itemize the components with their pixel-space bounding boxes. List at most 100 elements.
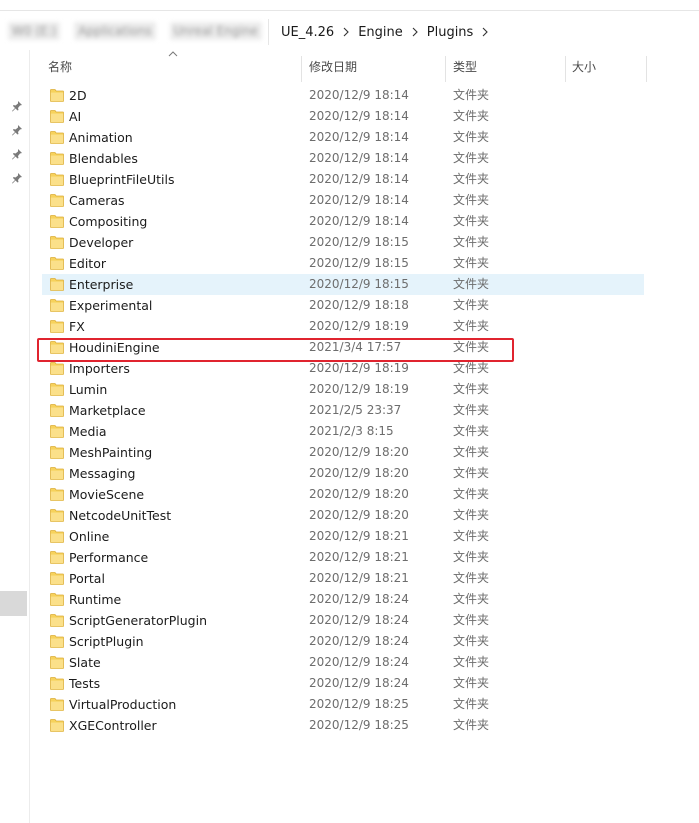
row-type: 文件夹 — [453, 109, 490, 123]
row-name: Experimental — [69, 298, 153, 313]
column-headers: 名称 修改日期 类型 大小 — [42, 51, 699, 82]
row-date: 2020/12/9 18:20 — [309, 445, 409, 459]
table-row[interactable]: VirtualProduction 2020/12/9 18:25 文件夹 — [42, 694, 644, 715]
table-row[interactable]: Blendables 2020/12/9 18:14 文件夹 — [42, 148, 644, 169]
pin-icon[interactable] — [11, 124, 23, 136]
folder-icon — [50, 530, 64, 543]
breadcrumb-engine[interactable]: Engine — [354, 25, 407, 40]
table-row[interactable]: XGEController 2020/12/9 18:25 文件夹 — [42, 715, 644, 736]
row-type: 文件夹 — [453, 340, 490, 354]
table-row[interactable]: Experimental 2020/12/9 18:18 文件夹 — [42, 295, 644, 316]
row-date: 2020/12/9 18:20 — [309, 508, 409, 522]
row-type: 文件夹 — [453, 508, 490, 522]
row-name: Slate — [69, 655, 101, 670]
column-header-date[interactable]: 修改日期 — [302, 56, 446, 82]
pin-icon[interactable] — [11, 172, 23, 184]
row-date: 2020/12/9 18:21 — [309, 529, 409, 543]
row-name: Importers — [69, 361, 130, 376]
navigation-pane[interactable] — [0, 50, 30, 823]
table-row[interactable]: Runtime 2020/12/9 18:24 文件夹 — [42, 589, 644, 610]
row-name: BlueprintFileUtils — [69, 172, 175, 187]
row-name: AI — [69, 109, 82, 124]
folder-icon — [50, 215, 64, 228]
blurred-crumb: Unreal Engine — [169, 22, 262, 40]
row-type: 文件夹 — [453, 445, 490, 459]
table-row[interactable]: BlueprintFileUtils 2020/12/9 18:14 文件夹 — [42, 169, 644, 190]
folder-icon — [50, 488, 64, 501]
folder-icon — [50, 635, 64, 648]
folder-icon — [50, 446, 64, 459]
row-date: 2020/12/9 18:24 — [309, 634, 409, 648]
row-name: Online — [69, 529, 110, 544]
chevron-right-icon[interactable] — [407, 24, 423, 40]
table-row[interactable]: Messaging 2020/12/9 18:20 文件夹 — [42, 463, 644, 484]
table-row[interactable]: Portal 2020/12/9 18:21 文件夹 — [42, 568, 644, 589]
table-row[interactable]: Tests 2020/12/9 18:24 文件夹 — [42, 673, 644, 694]
column-header-type-label: 类型 — [453, 60, 478, 74]
chevron-right-icon[interactable] — [477, 24, 493, 40]
row-name: Editor — [69, 256, 106, 271]
table-row[interactable]: Cameras 2020/12/9 18:14 文件夹 — [42, 190, 644, 211]
table-row[interactable]: HoudiniEngine 2021/3/4 17:57 文件夹 — [42, 337, 644, 358]
table-row[interactable]: Compositing 2020/12/9 18:14 文件夹 — [42, 211, 644, 232]
column-header-type[interactable]: 类型 — [446, 56, 566, 82]
row-type: 文件夹 — [453, 571, 490, 585]
folder-icon — [50, 551, 64, 564]
column-header-name[interactable]: 名称 — [42, 56, 302, 82]
folder-icon — [50, 383, 64, 396]
row-date: 2020/12/9 18:15 — [309, 256, 409, 270]
row-name: MovieScene — [69, 487, 145, 502]
table-row[interactable]: Online 2020/12/9 18:21 文件夹 — [42, 526, 644, 547]
table-row[interactable]: Media 2021/2/3 8:15 文件夹 — [42, 421, 644, 442]
table-row[interactable]: Animation 2020/12/9 18:14 文件夹 — [42, 127, 644, 148]
table-row[interactable]: MeshPainting 2020/12/9 18:20 文件夹 — [42, 442, 644, 463]
table-row[interactable]: FX 2020/12/9 18:19 文件夹 — [42, 316, 644, 337]
row-type: 文件夹 — [453, 151, 490, 165]
row-name: Marketplace — [69, 403, 146, 418]
folder-icon — [50, 89, 64, 102]
folder-icon — [50, 698, 64, 711]
table-row[interactable]: ScriptGeneratorPlugin 2020/12/9 18:24 文件夹 — [42, 610, 644, 631]
blurred-crumb: Applications — [74, 22, 156, 40]
row-date: 2020/12/9 18:15 — [309, 277, 409, 291]
table-row[interactable]: NetcodeUnitTest 2020/12/9 18:20 文件夹 — [42, 505, 644, 526]
row-type: 文件夹 — [453, 697, 490, 711]
breadcrumb-ue426[interactable]: UE_4.26 — [277, 25, 338, 40]
table-row[interactable]: Slate 2020/12/9 18:24 文件夹 — [42, 652, 644, 673]
chevron-right-icon[interactable] — [338, 24, 354, 40]
row-date: 2020/12/9 18:24 — [309, 613, 409, 627]
row-type: 文件夹 — [453, 403, 490, 417]
table-row[interactable]: 2D 2020/12/9 18:14 文件夹 — [42, 85, 644, 106]
row-name: FX — [69, 319, 85, 334]
folder-icon — [50, 572, 64, 585]
column-header-size-label: 大小 — [572, 60, 597, 74]
row-date: 2021/2/3 8:15 — [309, 424, 394, 438]
row-date: 2020/12/9 18:19 — [309, 382, 409, 396]
column-header-size[interactable]: 大小 — [566, 56, 647, 82]
table-row[interactable]: Performance 2020/12/9 18:21 文件夹 — [42, 547, 644, 568]
table-row[interactable]: Enterprise 2020/12/9 18:15 文件夹 — [42, 274, 644, 295]
pin-icon[interactable] — [11, 100, 23, 112]
table-row[interactable]: Developer 2020/12/9 18:15 文件夹 — [42, 232, 644, 253]
table-row[interactable]: MovieScene 2020/12/9 18:20 文件夹 — [42, 484, 644, 505]
row-date: 2020/12/9 18:14 — [309, 88, 409, 102]
table-row[interactable]: Importers 2020/12/9 18:19 文件夹 — [42, 358, 644, 379]
row-name: Compositing — [69, 214, 148, 229]
table-row[interactable]: Editor 2020/12/9 18:15 文件夹 — [42, 253, 644, 274]
row-name: Cameras — [69, 193, 125, 208]
folder-icon — [50, 278, 64, 291]
row-date: 2021/3/4 17:57 — [309, 340, 402, 354]
table-row[interactable]: Marketplace 2021/2/5 23:37 文件夹 — [42, 400, 644, 421]
row-name: Animation — [69, 130, 133, 145]
row-type: 文件夹 — [453, 382, 490, 396]
breadcrumb-plugins[interactable]: Plugins — [423, 25, 478, 40]
table-row[interactable]: Lumin 2020/12/9 18:19 文件夹 — [42, 379, 644, 400]
nav-selected-item[interactable] — [0, 591, 27, 616]
pin-icon[interactable] — [11, 148, 23, 160]
folder-icon — [50, 656, 64, 669]
folder-icon — [50, 173, 64, 186]
row-name: 2D — [69, 88, 87, 103]
table-row[interactable]: AI 2020/12/9 18:14 文件夹 — [42, 106, 644, 127]
table-row[interactable]: ScriptPlugin 2020/12/9 18:24 文件夹 — [42, 631, 644, 652]
address-bar[interactable]: W0 (E:) Applications Unreal Engine UE_4.… — [0, 10, 699, 50]
